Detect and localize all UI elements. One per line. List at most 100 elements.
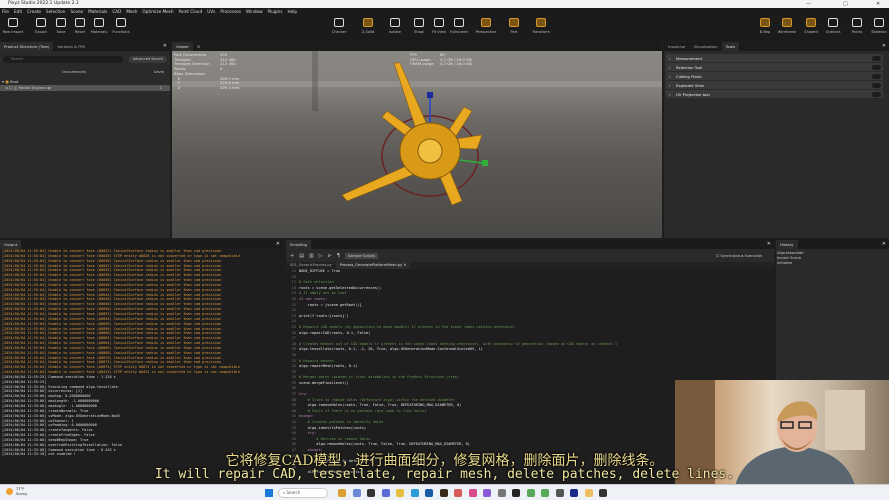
toolbar-transform-button[interactable]: Transform [530,18,552,34]
menu-create[interactable]: Create [27,8,41,15]
taskbar-app-icon[interactable] [352,489,361,497]
toolbar-checker-button[interactable]: Checker [328,18,350,34]
open-script-icon[interactable]: ▤ [299,253,304,259]
close-icon[interactable]: ✕ [882,241,886,247]
toolbar-show-button[interactable]: Show [408,18,430,34]
taskbar-app-icon[interactable] [541,489,549,497]
viewer-settings-icon[interactable]: ⚙ [193,42,204,51]
weather-icon[interactable] [6,488,13,495]
toolbar-points-button[interactable]: Points [846,18,868,34]
run-selection-icon[interactable]: ⊳ [328,253,332,259]
tool-toggle[interactable] [872,74,881,79]
menu-plugins[interactable]: Plugins [268,8,283,15]
toolbar-outlines-button[interactable]: Outlines [822,18,844,34]
chevron-right-icon[interactable]: › [669,54,671,63]
toolbar-shaded-button[interactable]: Shaded [800,18,822,34]
tab-output[interactable]: Output [0,240,22,249]
taskbar-search[interactable]: ⌕ Search [278,488,328,498]
history-item[interactable]: Initialize [777,261,888,266]
menu-scene[interactable]: Scene [70,8,83,15]
new-script-icon[interactable]: + [290,253,294,259]
tool-cutting-plane[interactable]: › Cutting Plane [666,72,883,81]
maximize-button[interactable]: □ [843,0,848,8]
taskbar-app-icon[interactable] [396,489,404,497]
taskbar-app-icon[interactable] [425,489,433,497]
toolbar-perspective-button[interactable]: Perspective [475,18,497,34]
tool-uv-projection-tool[interactable]: › UV Projection tool [666,90,883,99]
menu-edit[interactable]: Edit [14,8,22,15]
toolbar-z-solid-button[interactable]: Z-Solid [357,18,379,34]
start-button[interactable] [265,489,273,497]
taskbar-app-icon[interactable] [338,489,346,497]
weather-widget[interactable]: 77°F Sunny [16,487,27,496]
tool-toggle[interactable] [872,83,881,88]
tool-exploded-view[interactable]: › Exploded View [666,81,883,90]
radial-engine-model[interactable] [172,51,662,238]
taskbar-app-icon[interactable] [367,489,375,497]
taskbar-app-icon[interactable] [584,489,593,497]
tool-toggle[interactable] [872,92,881,97]
chevron-right-icon[interactable]: › [669,90,671,99]
close-icon[interactable]: ✕ [882,43,886,49]
taskbar-app-icon[interactable] [410,489,419,497]
tool-measurement[interactable]: › Measurement [666,54,883,63]
menu-point-cloud[interactable]: Point Cloud [179,8,203,15]
menu-file[interactable]: File [2,8,9,15]
taskbar-app-icon[interactable] [555,489,564,497]
menu-materials[interactable]: Materials [88,8,107,15]
sync-execution-checkbox[interactable]: ☐ Synchronous Execution [716,254,762,258]
toolbar-export-button[interactable]: Export [30,18,52,34]
tab-tools[interactable]: Tools [721,42,740,51]
close-icon[interactable]: ✕ [276,241,280,247]
taskbar-app-icon[interactable] [468,489,477,497]
close-icon[interactable]: ✕ [163,43,167,49]
tree-item-root[interactable]: ▾ ■ Root [2,79,19,84]
toolbar-part-button[interactable]: Part [503,18,525,34]
taskbar-app-icon[interactable] [454,489,462,497]
chevron-right-icon[interactable]: › [669,81,671,90]
tab-viewer[interactable]: Viewer [172,42,193,51]
taskbar-app-icon[interactable] [497,489,506,497]
tab-variants-pmi[interactable]: Variants & PMI [53,42,89,51]
chevron-right-icon[interactable]: › [669,72,671,81]
toolbar-fit-view-button[interactable]: Fit View [428,18,450,34]
chevron-right-icon[interactable]: › [669,63,671,72]
toolbar-functions-button[interactable]: Functions [110,18,132,34]
advanced-search-button[interactable]: Advanced Search [129,56,167,63]
save-script-icon[interactable]: ▥ [309,253,314,259]
search-input[interactable]: Search [3,56,123,63]
3d-viewport[interactable]: Part Occurrences 435 Triangles 212 460 Trian… [172,51,662,238]
menu-help[interactable]: Help [288,8,298,15]
tab-product-structure[interactable]: Product Structure (Tree) [0,42,54,51]
menu-selection[interactable]: Selection [46,8,65,15]
toolbar-materials-button[interactable]: Materials [88,18,110,34]
file-tab-active[interactable]: Process_GeneratePlatformMesh.py ✕ [335,262,411,269]
menu-cad[interactable]: CAD [112,8,121,15]
taskbar-app-icon[interactable] [483,489,491,497]
menu-mesh[interactable]: Mesh [126,8,137,15]
tab-visualization[interactable]: Visualization [690,42,722,51]
menu-window[interactable]: Window [246,8,263,15]
tab-scripting[interactable]: Scripting [286,240,311,249]
taskbar-app-icon[interactable] [599,489,607,497]
toolbar-skeleton-button[interactable]: Skeleton [868,18,889,34]
tab-inspector[interactable]: Inspector [664,42,690,51]
close-button[interactable]: ✕ [876,0,880,8]
taskbar-app-icon[interactable] [439,489,448,497]
toolbar-fullscreen-button[interactable]: Fullscreen [448,18,470,34]
tab-history[interactable]: History [776,240,798,249]
tool-selection-tool[interactable]: › Selection Tool [666,63,883,72]
toolbar-b-rep-button[interactable]: B-Rep [754,18,776,34]
taskbar-app-icon[interactable] [381,489,390,497]
file-tab[interactable]: S01_GenericProcess.py [286,262,336,269]
toolbar-isolate-button[interactable]: Isolate [384,18,406,34]
tree-item-radial-engine[interactable]: ▸ ☐ ◫ Radial Engine.cgr 1 [0,85,170,91]
taskbar-app-icon[interactable] [512,489,520,497]
menu-optimize-mesh[interactable]: Optimize Mesh [142,8,173,15]
close-icon[interactable]: ✕ [767,241,771,247]
tool-toggle[interactable] [872,65,881,70]
run-icon[interactable]: ▷ [319,253,323,259]
minimize-button[interactable]: — [806,0,811,8]
paragraph-icon[interactable]: ¶ [337,253,340,259]
menu-processes[interactable]: Processes [220,8,241,15]
